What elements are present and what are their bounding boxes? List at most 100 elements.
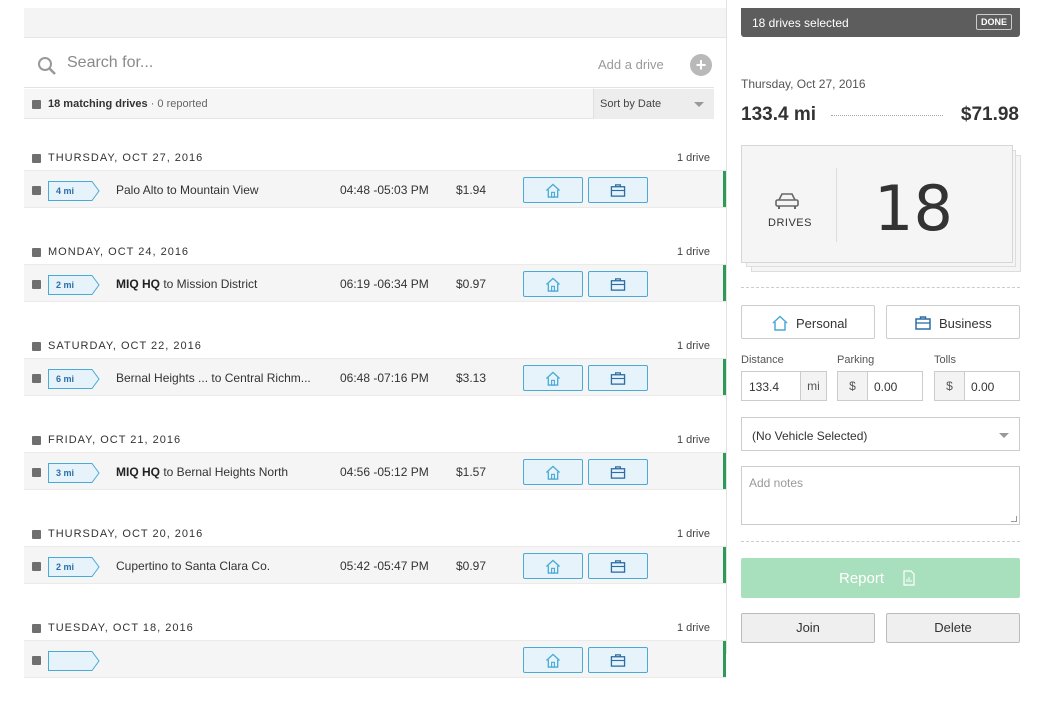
classify-business-button[interactable] <box>588 553 648 579</box>
classify-business-button[interactable] <box>588 647 648 673</box>
day-checkbox[interactable] <box>32 154 41 163</box>
drive-row[interactable]: 6 mi Bernal Heights ... to Central Richm.… <box>24 358 726 396</box>
drive-checkbox[interactable] <box>32 280 41 289</box>
drive-row[interactable]: 2 mi MIQ HQ to Mission District 06:19 -06:… <box>24 264 726 302</box>
distance-field[interactable]: 133.4 mi <box>741 371 827 401</box>
drive-row[interactable] <box>24 640 726 678</box>
classify-personal-button[interactable] <box>523 553 583 579</box>
distance-unit: mi <box>800 372 826 400</box>
day-group: SATURDAY, OCT 22, 2016 1 drive 6 mi Bernal … <box>24 336 726 430</box>
drive-list-pane: Search for... Add a drive + 18 matching … <box>0 0 726 678</box>
home-icon <box>545 371 561 386</box>
home-icon <box>545 183 561 198</box>
selected-count: 18 drives selected <box>752 16 849 30</box>
classify-personal-button[interactable] <box>523 271 583 297</box>
distance-tag-label: 2 mi <box>56 562 75 572</box>
classify-personal-button[interactable] <box>523 459 583 485</box>
parking-currency: $ <box>838 372 868 400</box>
parking-value[interactable]: 0.00 <box>874 380 897 394</box>
delete-button[interactable]: Delete <box>886 613 1020 643</box>
day-checkbox[interactable] <box>32 530 41 539</box>
add-drive-link[interactable]: Add a drive <box>598 57 664 72</box>
car-icon <box>775 193 799 209</box>
summary-date: Thursday, Oct 27, 2016 <box>741 77 866 91</box>
personal-button[interactable]: Personal <box>741 305 875 339</box>
day-drive-count: 1 drive <box>676 434 710 446</box>
home-icon <box>545 559 561 574</box>
day-group: THURSDAY, OCT 27, 2016 1 drive 4 mi Palo Al… <box>24 148 726 242</box>
classify-business-button[interactable] <box>588 459 648 485</box>
selection-bar: 18 drives selected DONE <box>741 8 1020 37</box>
drive-time: 06:48 -07:16 PM <box>340 371 429 385</box>
drive-amount: $3.13 <box>456 371 487 385</box>
day-drive-count: 1 drive <box>676 622 710 634</box>
day-checkbox[interactable] <box>32 624 41 633</box>
classify-personal-button[interactable] <box>523 647 583 673</box>
classify-business-button[interactable] <box>588 177 648 203</box>
filter-bar: 18 matching drives · 0 reported Sort by … <box>24 89 714 119</box>
briefcase-icon <box>610 278 626 291</box>
parking-field[interactable]: $ 0.00 <box>837 371 923 401</box>
distance-tag-label: 3 mi <box>56 468 75 478</box>
resize-handle-icon[interactable] <box>1011 516 1017 522</box>
done-button[interactable]: DONE <box>975 14 1012 30</box>
distance-label: Distance <box>741 354 784 366</box>
route-origin: MIQ HQ <box>116 277 160 291</box>
drive-checkbox[interactable] <box>32 468 41 477</box>
day-checkbox[interactable] <box>32 248 41 257</box>
tolls-currency: $ <box>935 372 965 400</box>
day-checkbox[interactable] <box>32 342 41 351</box>
add-drive-plus-icon[interactable]: + <box>690 54 712 76</box>
drive-route: Cupertino to Santa Clara Co. <box>116 559 326 573</box>
day-date: THURSDAY, OCT 20, 2016 <box>48 528 204 540</box>
briefcase-icon <box>610 372 626 385</box>
home-icon <box>772 315 788 331</box>
drive-row[interactable]: 2 mi Cupertino to Santa Clara Co. 05:42 -0… <box>24 546 726 584</box>
report-button[interactable]: Report <box>741 558 1020 598</box>
distance-tag: 3 mi <box>48 463 100 483</box>
drive-checkbox[interactable] <box>32 374 41 383</box>
drive-row[interactable]: 4 mi Palo Alto to Mountain View 04:48 -05:… <box>24 170 726 208</box>
details-panel: 18 drives selected DONE Thursday, Oct 27… <box>726 0 1063 654</box>
classify-personal-button[interactable] <box>523 177 583 203</box>
join-button[interactable]: Join <box>741 613 875 643</box>
search-input[interactable]: Search for... <box>67 54 153 72</box>
distance-tag: 6 mi <box>48 369 100 389</box>
classify-business-button[interactable] <box>588 365 648 391</box>
drive-amount: $1.57 <box>456 465 487 479</box>
tolls-field[interactable]: $ 0.00 <box>934 371 1020 401</box>
report-label: Report <box>839 570 885 587</box>
tolls-value[interactable]: 0.00 <box>971 380 994 394</box>
header-bar <box>24 8 726 38</box>
search-icon <box>38 57 56 75</box>
briefcase-icon <box>610 560 626 573</box>
total-miles: 133.4 mi <box>741 104 816 125</box>
select-all-checkbox[interactable] <box>32 100 41 109</box>
business-button[interactable]: Business <box>886 305 1020 339</box>
sort-dropdown[interactable]: Sort by Date <box>593 89 714 119</box>
briefcase-icon <box>915 316 931 330</box>
day-checkbox[interactable] <box>32 436 41 445</box>
home-icon <box>545 653 561 668</box>
classify-personal-button[interactable] <box>523 365 583 391</box>
drive-route: MIQ HQ to Bernal Heights North <box>116 465 326 479</box>
day-date: SATURDAY, OCT 22, 2016 <box>48 340 202 352</box>
day-header: SATURDAY, OCT 22, 2016 1 drive <box>24 336 714 354</box>
notes-textarea[interactable]: Add notes <box>741 466 1020 525</box>
drive-checkbox[interactable] <box>32 656 41 665</box>
day-header: FRIDAY, OCT 21, 2016 1 drive <box>24 430 714 448</box>
day-header: MONDAY, OCT 24, 2016 1 drive <box>24 242 714 260</box>
drive-row[interactable]: 3 mi MIQ HQ to Bernal Heights North 04:56 … <box>24 452 726 490</box>
vehicle-select[interactable]: (No Vehicle Selected) <box>741 417 1020 451</box>
drive-checkbox[interactable] <box>32 562 41 571</box>
day-date: FRIDAY, OCT 21, 2016 <box>48 434 182 446</box>
home-icon <box>545 277 561 292</box>
route-origin: Bernal Heights ... <box>116 371 209 385</box>
drives-card: DRIVES 18 <box>741 145 1013 263</box>
distance-value[interactable]: 133.4 <box>749 380 779 394</box>
drive-checkbox[interactable] <box>32 186 41 195</box>
classify-business-button[interactable] <box>588 271 648 297</box>
divider <box>741 287 1020 288</box>
sort-label: Sort by Date <box>600 98 662 110</box>
day-group: THURSDAY, OCT 20, 2016 1 drive 2 mi Cuperti… <box>24 524 726 618</box>
